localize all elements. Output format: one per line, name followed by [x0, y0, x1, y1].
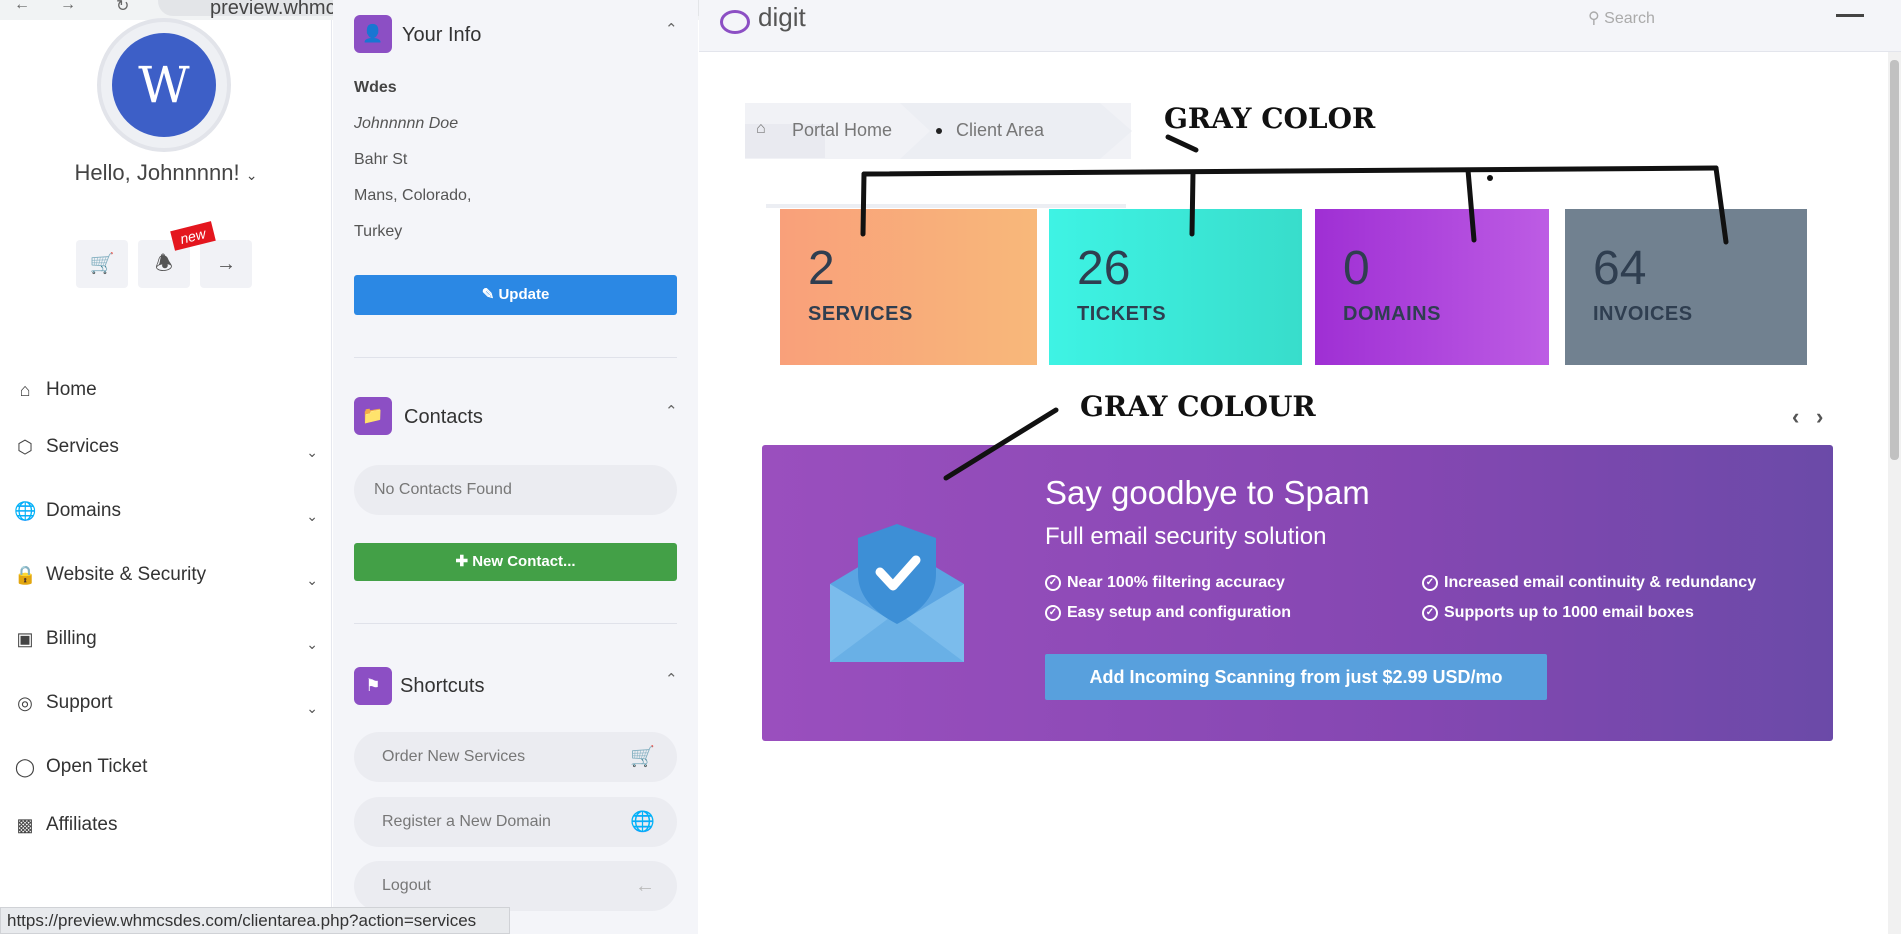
- annotation-gray-colour: GRAY COLOUR: [1080, 390, 1316, 423]
- annotation-lines: [860, 134, 1729, 481]
- annotation-gray-color: GRAY COLOR: [1164, 102, 1376, 135]
- status-bar-url: https://preview.whmcsdes.com/clientarea.…: [0, 907, 510, 934]
